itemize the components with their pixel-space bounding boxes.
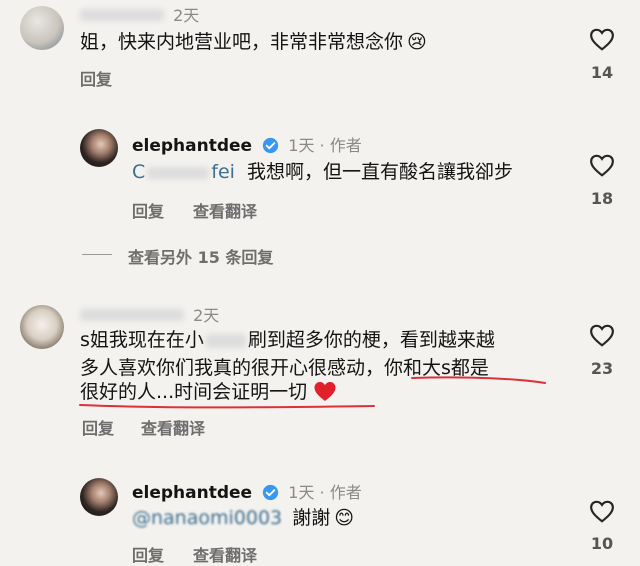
like-count: 10	[590, 534, 614, 553]
heart-icon[interactable]	[589, 499, 615, 523]
reply-button[interactable]: 回复	[82, 415, 114, 439]
comment-text: @nanaomi0003 謝謝 😊	[132, 502, 354, 534]
comment-time: 1天 · 作者	[288, 483, 362, 502]
smile-emoji-icon: 😊	[334, 507, 355, 529]
view-translation-button[interactable]: 查看翻译	[193, 542, 257, 566]
mention-link[interactable]: @nanaomi0003	[132, 507, 282, 529]
avatar[interactable]	[80, 478, 118, 516]
reply-button[interactable]: 回复	[132, 542, 164, 566]
like-count: 23	[590, 359, 614, 378]
comment-header: elephantdee 1天 · 作者	[132, 479, 362, 503]
heart-icon[interactable]	[589, 323, 615, 347]
underline-annotation	[79, 376, 546, 409]
username[interactable]: elephantdee	[132, 483, 252, 503]
view-translation-button[interactable]: 查看翻译	[141, 415, 205, 439]
verified-badge-icon	[263, 484, 279, 501]
comment-body: 謝謝	[292, 507, 331, 529]
